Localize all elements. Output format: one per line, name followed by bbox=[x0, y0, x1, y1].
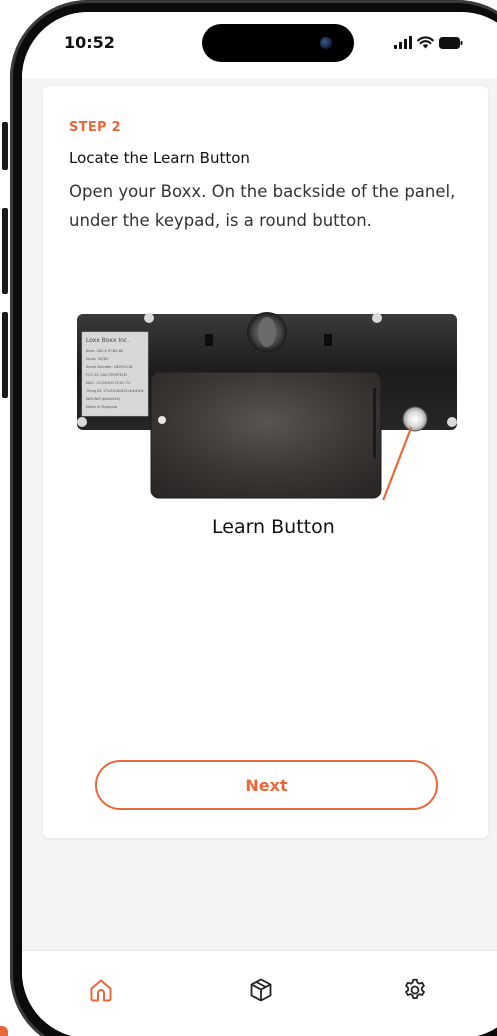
sticker-line: MAC: 1C:69:B0:72:0C:7C bbox=[86, 381, 131, 385]
dynamic-island bbox=[202, 24, 354, 62]
status-time: 10:52 bbox=[64, 33, 115, 52]
tab-home[interactable] bbox=[84, 973, 118, 1007]
gear-icon bbox=[405, 978, 425, 999]
step-number-label: STEP 2 bbox=[69, 120, 122, 135]
phone-volume-up-button bbox=[2, 208, 8, 294]
sticker-title: Loxx Boxx Inc. bbox=[86, 337, 129, 344]
sticker-line: Made in Malaysia bbox=[86, 405, 117, 409]
sticker-line: Wifi-Wifi (Keb2040) bbox=[86, 397, 121, 401]
box-icon bbox=[250, 978, 272, 1002]
learn-button-pointer bbox=[382, 426, 413, 500]
learn-button-graphic bbox=[402, 406, 428, 432]
panel-screw bbox=[77, 417, 87, 427]
step-title: Locate the Learn Button bbox=[69, 149, 250, 167]
step-description: Open your Boxx. On the backside of the p… bbox=[69, 182, 456, 230]
phone-volume-down-button bbox=[2, 312, 8, 398]
step-card: STEP 2 Locate the Learn Button Open your… bbox=[43, 86, 488, 838]
bottom-tab-bar bbox=[22, 950, 497, 1036]
boxx-panel-illustration: Loxx Boxx Inc. Item: LB2-X PCBA 6K Input:… bbox=[77, 312, 457, 500]
keypad-screw bbox=[158, 416, 166, 424]
panel-screw bbox=[144, 313, 154, 323]
wifi-icon bbox=[417, 36, 434, 49]
home-icon bbox=[90, 979, 112, 1002]
sticker-line: Item: LB2-X PCBA 6K bbox=[86, 349, 124, 353]
sticker-line: Input: 3V/6V bbox=[86, 357, 109, 361]
learn-button-caption: Learn Button bbox=[212, 516, 335, 538]
next-button[interactable]: Next bbox=[95, 760, 438, 810]
keypad-cover bbox=[150, 371, 382, 499]
sticker-line: FCC ID: 2AC7ZESP32M bbox=[86, 373, 127, 377]
panel-slot bbox=[324, 334, 332, 346]
sticker-line: Thing ID: 27u5016d1f2(##### bbox=[85, 389, 144, 393]
tab-boxes[interactable] bbox=[244, 973, 278, 1007]
battery-icon bbox=[439, 36, 463, 49]
corner-accent bbox=[0, 1026, 8, 1036]
panel-screw bbox=[447, 417, 457, 427]
tab-settings[interactable] bbox=[398, 973, 432, 1007]
status-bar: 10:52 bbox=[22, 12, 497, 78]
status-icons bbox=[394, 36, 463, 49]
panel-screw bbox=[372, 313, 382, 323]
page: 10:52 STEP 2 Locate the Learn Button Ope… bbox=[0, 0, 497, 1036]
panel-slot bbox=[205, 334, 213, 346]
phone-screen: 10:52 STEP 2 Locate the Learn Button Ope… bbox=[22, 12, 497, 1036]
signal-icon bbox=[394, 36, 412, 49]
phone-action-button bbox=[2, 122, 8, 170]
sticker-line: Serial Number: LBHY0118 bbox=[86, 365, 133, 369]
front-camera bbox=[320, 37, 332, 49]
